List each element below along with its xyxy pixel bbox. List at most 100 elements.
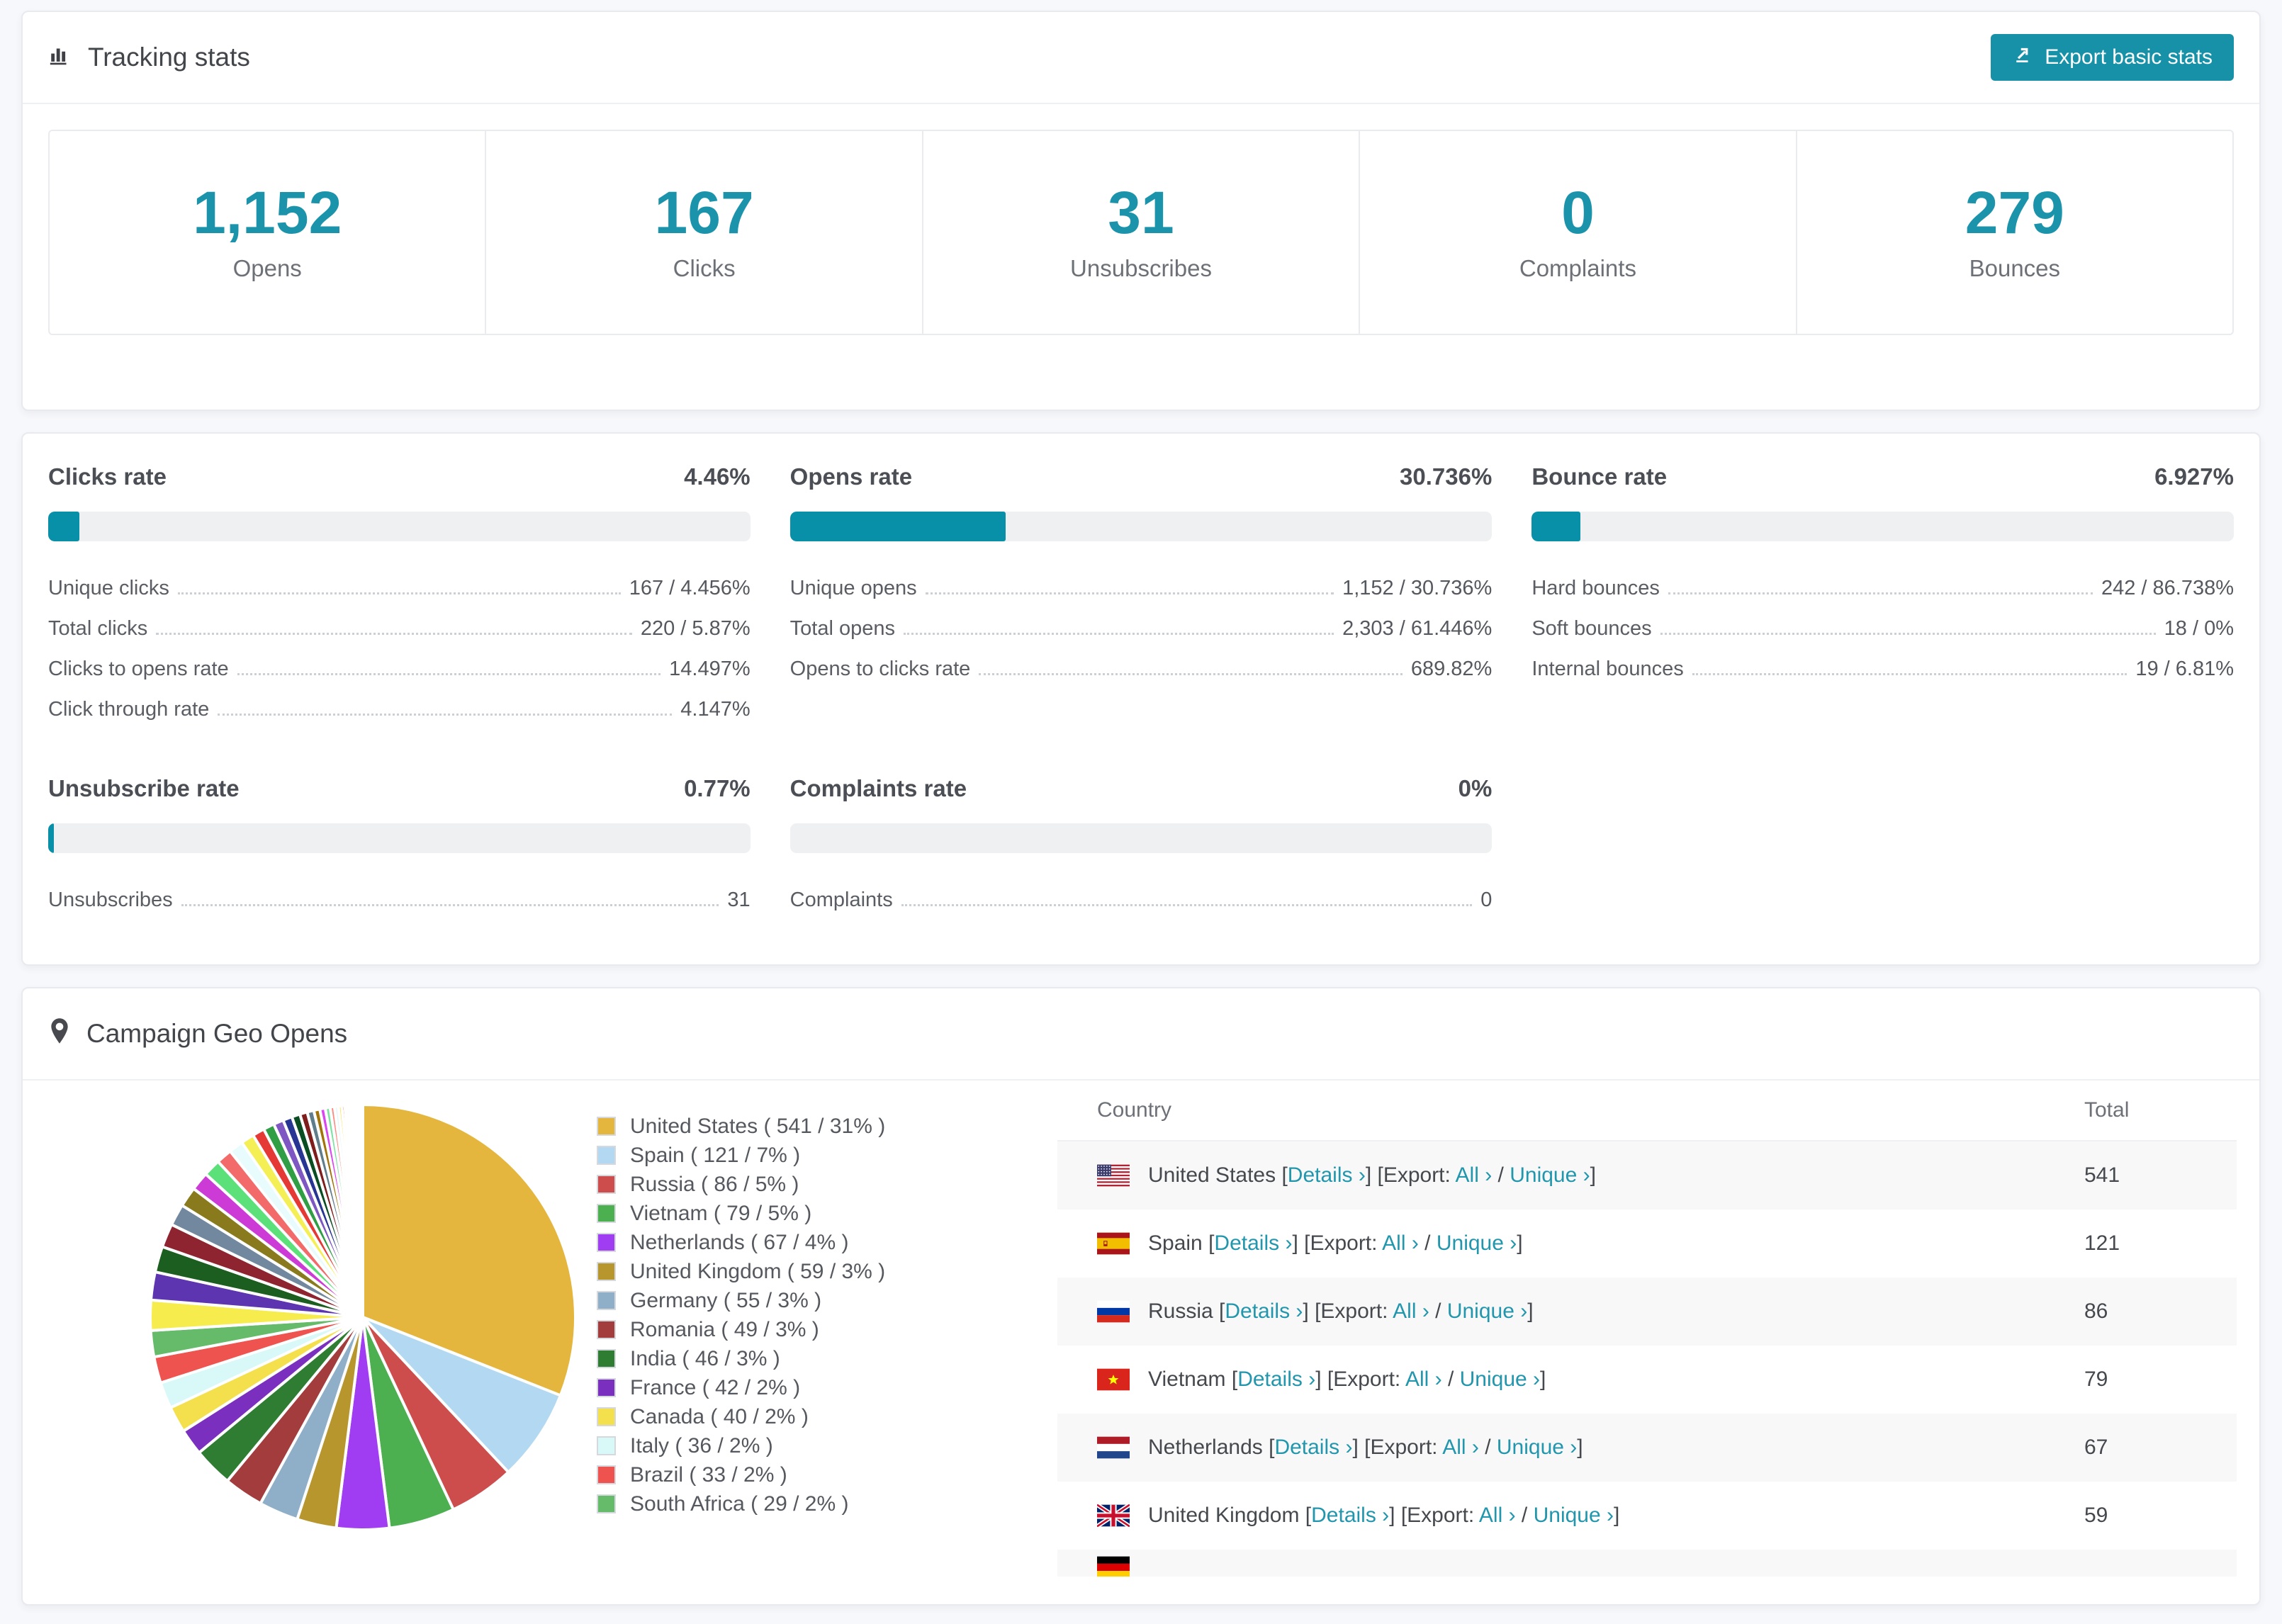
- export-unique-link[interactable]: Unique ›: [1497, 1436, 1577, 1459]
- stat-label: Clicks: [673, 255, 736, 281]
- total-cell: 86: [2084, 1299, 2108, 1323]
- progress-bar: [789, 823, 1493, 853]
- dotted-leader: [237, 673, 661, 675]
- details-link[interactable]: Details ›: [1274, 1436, 1352, 1459]
- stat-label: Bounces: [1969, 255, 2061, 281]
- details-link[interactable]: Details ›: [1288, 1163, 1366, 1187]
- export-all-link[interactable]: All ›: [1456, 1163, 1493, 1187]
- dotted-leader: [218, 714, 673, 716]
- geo-table-header: Country Total: [1057, 1081, 2237, 1141]
- dotted-leader: [901, 904, 1473, 906]
- country-cell-text: Russia [Details ›] [Export: All › / Uniq…: [1148, 1299, 1534, 1323]
- legend-swatch: [597, 1146, 616, 1165]
- geo-title: Campaign Geo Opens: [86, 1019, 348, 1048]
- progress-bar: [48, 823, 751, 853]
- export-all-link[interactable]: All ›: [1393, 1299, 1429, 1323]
- stat-value: 0: [1561, 179, 1595, 246]
- details-link[interactable]: Details ›: [1311, 1504, 1389, 1527]
- map-pin-icon: [48, 1017, 71, 1051]
- country-flag-es: [1097, 1232, 1130, 1255]
- rate-section-bounce-rate: Bounce rate 6.927% Hard bounces 242 / 86.73…: [1531, 463, 2234, 724]
- dotted-leader: [1660, 633, 2156, 635]
- export-unique-link[interactable]: Unique ›: [1534, 1504, 1614, 1527]
- legend-swatch: [597, 1175, 616, 1194]
- progress-bar: [1531, 512, 2234, 541]
- details-link[interactable]: Details ›: [1214, 1231, 1292, 1255]
- stats-summary-row: 1,152 Opens 167 Clicks 31 Unsubscribes 0 Compla…: [48, 130, 2234, 335]
- details-link[interactable]: Details ›: [1225, 1299, 1303, 1323]
- table-row-ru: Russia [Details ›] [Export: All › / Uniq…: [1057, 1278, 2237, 1346]
- rate-row: Soft bounces 18 / 0%: [1531, 617, 2234, 640]
- country-flag-gb: [1097, 1504, 1130, 1527]
- dotted-leader: [156, 633, 632, 635]
- total-cell: 59: [2084, 1504, 2108, 1527]
- total-cell: 121: [2084, 1231, 2120, 1255]
- export-all-link[interactable]: All ›: [1442, 1436, 1479, 1459]
- legend-swatch: [597, 1465, 616, 1484]
- progress-bar: [48, 512, 751, 541]
- country-flag-de: [1097, 1556, 1130, 1577]
- stat-value: 31: [1108, 179, 1174, 246]
- export-all-link[interactable]: All ›: [1479, 1504, 1516, 1527]
- export-all-link[interactable]: All ›: [1405, 1368, 1442, 1391]
- table-row-nl: Netherlands [Details ›] [Export: All › /…: [1057, 1414, 2237, 1482]
- stat-cell-complaints: 0 Complaints: [1360, 131, 1797, 334]
- dotted-leader: [181, 904, 719, 906]
- country-cell-text: Spain [Details ›] [Export: All › / Uniqu…: [1148, 1231, 1523, 1255]
- legend-swatch: [597, 1291, 616, 1310]
- details-link[interactable]: Details ›: [1237, 1368, 1315, 1391]
- export-all-link[interactable]: All ›: [1382, 1231, 1419, 1255]
- table-row-partial: [1057, 1550, 2237, 1577]
- geo-content: United States ( 541 / 31% ) Spain ( 121 /…: [23, 1081, 2259, 1577]
- legend-item: Russia ( 86 / 5% ): [597, 1170, 1057, 1199]
- total-cell: 79: [2084, 1368, 2108, 1391]
- legend-swatch: [597, 1117, 616, 1136]
- dotted-leader: [979, 673, 1403, 675]
- geo-header: Campaign Geo Opens: [23, 988, 2259, 1079]
- country-flag-us: [1097, 1164, 1130, 1187]
- rate-section-opens-rate: Opens rate 30.736% Unique opens 1,152 / 30.…: [789, 463, 1493, 724]
- rate-row: Unique opens 1,152 / 30.736%: [789, 577, 1493, 599]
- legend-swatch: [597, 1204, 616, 1223]
- page-title: Tracking stats: [88, 43, 250, 72]
- dotted-leader: [1692, 673, 2128, 675]
- legend-item: Spain ( 121 / 7% ): [597, 1141, 1057, 1170]
- country-cell-text: Netherlands [Details ›] [Export: All › /…: [1148, 1436, 1583, 1459]
- legend-swatch: [597, 1407, 616, 1426]
- campaign-geo-opens-card: Campaign Geo Opens United States ( 541 /…: [21, 987, 2261, 1606]
- geo-pie-chart: [23, 1081, 597, 1577]
- legend-item: Canada ( 40 / 2% ): [597, 1402, 1057, 1431]
- export-basic-stats-button[interactable]: Export basic stats: [1991, 34, 2234, 81]
- rate-head: Unsubscribe rate 0.77%: [48, 775, 751, 801]
- progress-bar: [789, 512, 1493, 541]
- rate-row: Click through rate 4.147%: [48, 698, 751, 721]
- rate-row: Internal bounces 19 / 6.81%: [1531, 658, 2234, 680]
- legend-item: France ( 42 / 2% ): [597, 1373, 1057, 1402]
- stat-label: Complaints: [1519, 255, 1636, 281]
- rate-row: Unsubscribes 31: [48, 889, 751, 911]
- legend-item: Romania ( 49 / 3% ): [597, 1315, 1057, 1344]
- country-cell-text: Vietnam [Details ›] [Export: All › / Uni…: [1148, 1368, 1546, 1391]
- export-unique-link[interactable]: Unique ›: [1447, 1299, 1527, 1323]
- legend-swatch: [597, 1233, 616, 1252]
- legend-item: Brazil ( 33 / 2% ): [597, 1460, 1057, 1489]
- geo-title-wrap: Campaign Geo Opens: [48, 1017, 347, 1051]
- table-row-gb: United Kingdom [Details ›] [Export: All …: [1057, 1482, 2237, 1550]
- rate-row: Unique clicks 167 / 4.456%: [48, 577, 751, 599]
- rate-row: Hard bounces 242 / 86.738%: [1531, 577, 2234, 599]
- stat-value: 279: [1965, 179, 2064, 246]
- export-icon: [2012, 44, 2033, 71]
- rate-head: Opens rate 30.736%: [789, 463, 1493, 490]
- geo-table: Country Total United States [Details ›] …: [1057, 1081, 2237, 1577]
- export-unique-link[interactable]: Unique ›: [1437, 1231, 1517, 1255]
- export-unique-link[interactable]: Unique ›: [1460, 1368, 1540, 1391]
- legend-item: Vietnam ( 79 / 5% ): [597, 1199, 1057, 1228]
- stat-cell-unsubscribes: 31 Unsubscribes: [923, 131, 1361, 334]
- legend-swatch: [597, 1436, 616, 1455]
- country-flag-ru: [1097, 1300, 1130, 1323]
- rate-row: Total opens 2,303 / 61.446%: [789, 617, 1493, 640]
- export-unique-link[interactable]: Unique ›: [1510, 1163, 1590, 1187]
- stat-cell-clicks: 167 Clicks: [486, 131, 923, 334]
- stat-label: Opens: [232, 255, 302, 281]
- rates-grid: Clicks rate 4.46% Unique clicks 167 / 4.456…: [48, 463, 2234, 915]
